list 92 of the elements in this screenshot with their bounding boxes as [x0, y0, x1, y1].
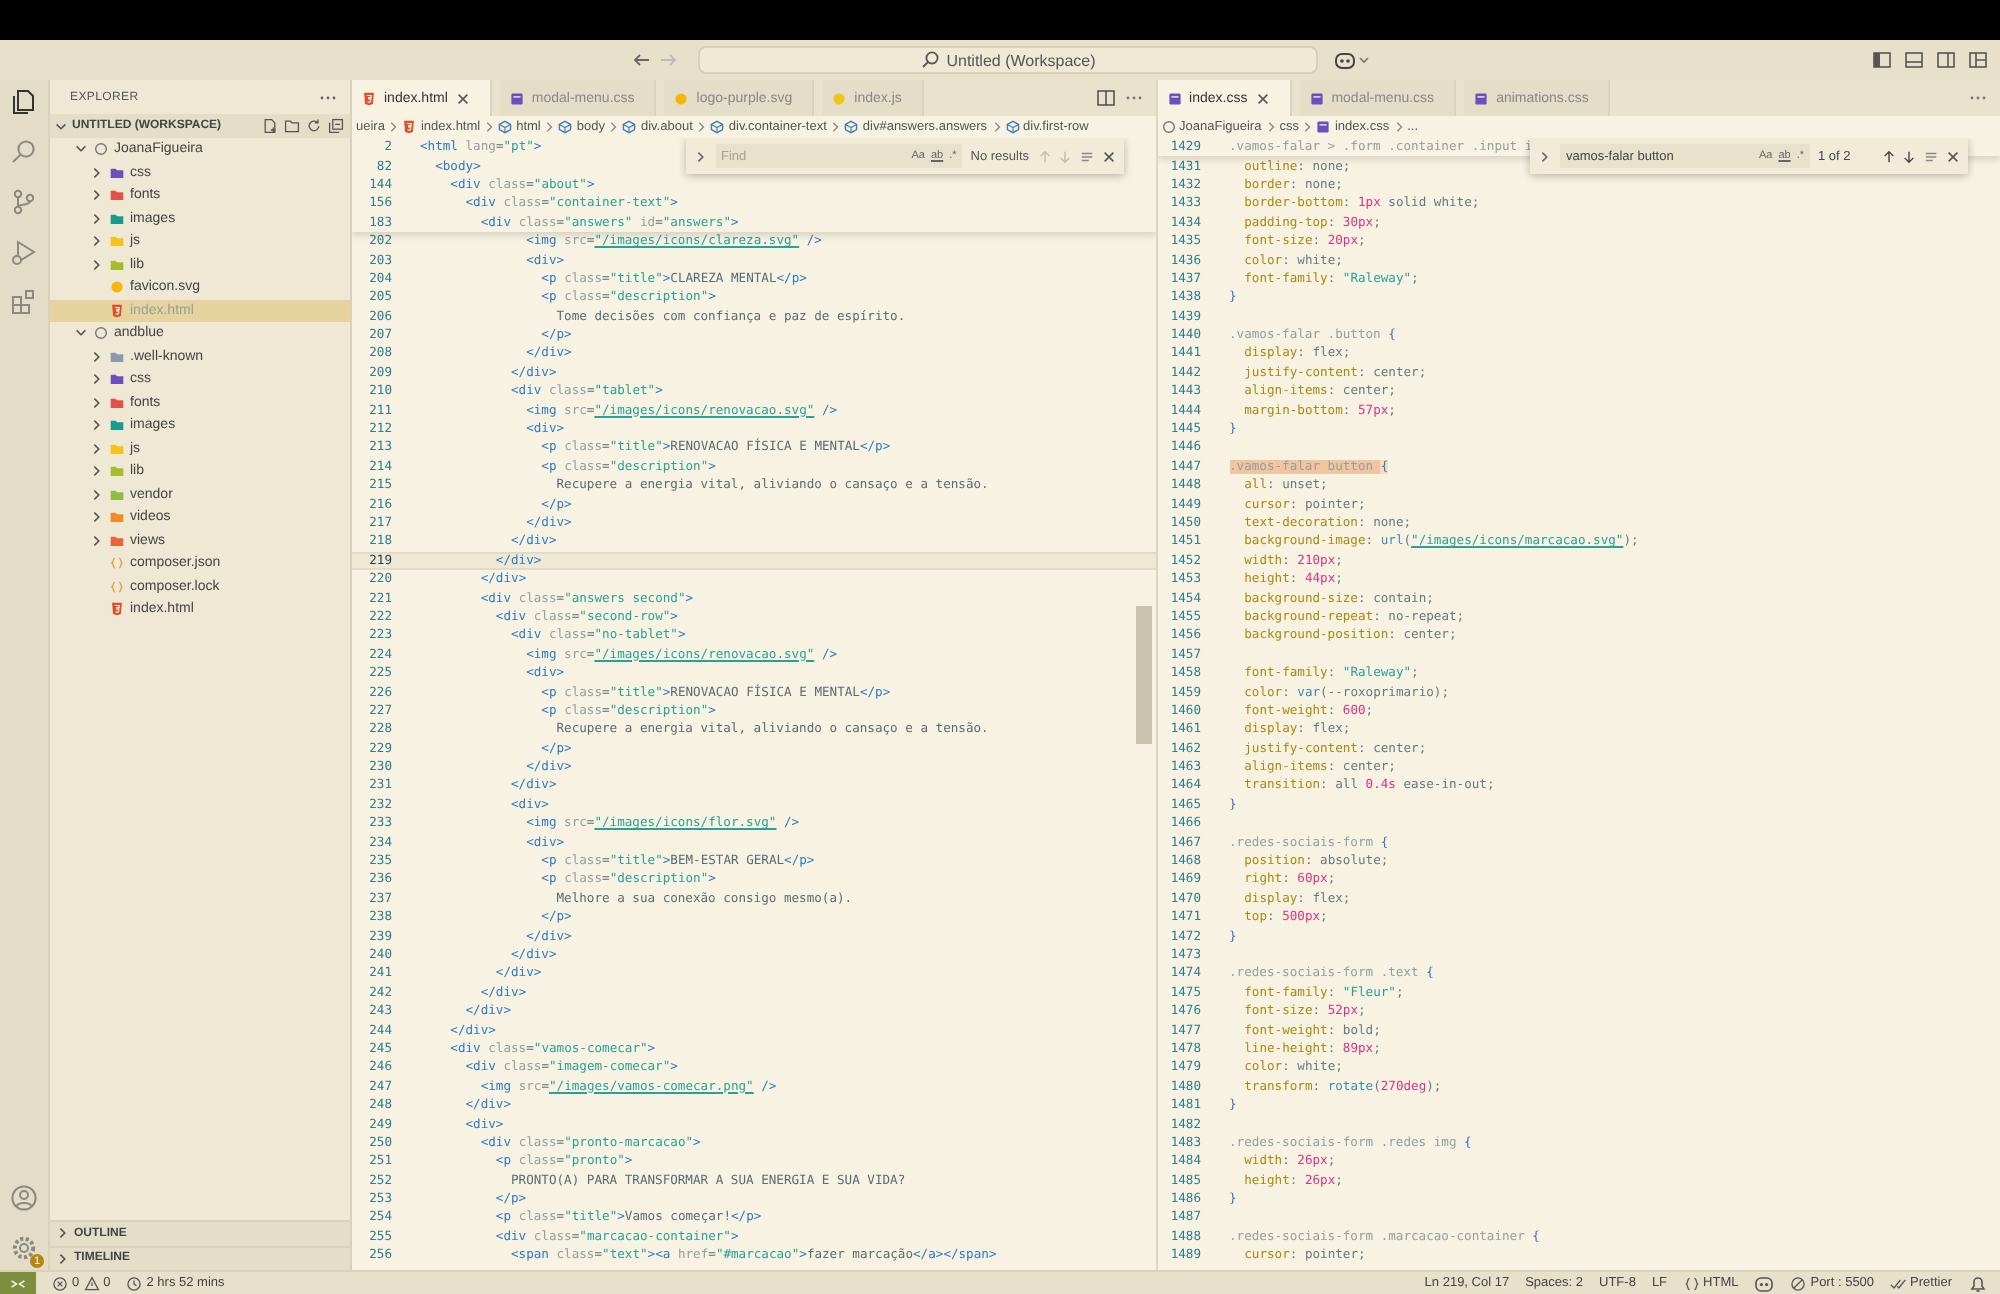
close-icon[interactable] — [1255, 91, 1270, 105]
new-folder-icon[interactable] — [284, 118, 300, 134]
chevron-icon[interactable] — [90, 349, 104, 364]
scrollbar-thumb[interactable] — [1135, 606, 1152, 744]
file-icon — [1309, 91, 1324, 105]
panel-toggle-icon[interactable] — [1904, 50, 1924, 70]
chevron-icon — [608, 120, 619, 134]
chevron-icon[interactable] — [90, 395, 104, 410]
chevron-icon — [1302, 120, 1313, 134]
remote-icon — [10, 1275, 26, 1291]
arrow-up-icon[interactable] — [1882, 149, 1896, 163]
command-center-search[interactable]: Untitled (Workspace) — [698, 46, 1318, 74]
element-icon — [844, 120, 859, 134]
braces-icon — [1683, 1275, 1700, 1291]
folder-root-icon — [94, 142, 108, 157]
lines-icon[interactable] — [1924, 149, 1938, 163]
element-icon — [558, 120, 573, 134]
copilot-icon[interactable] — [1754, 1273, 1775, 1293]
file-icon — [1316, 120, 1331, 134]
file-icon — [1167, 91, 1182, 105]
file-icon — [110, 579, 124, 594]
chevron-icon — [544, 120, 555, 134]
extensions-icon[interactable] — [10, 288, 38, 316]
chevron-icon[interactable] — [90, 211, 104, 226]
copilot-icon[interactable] — [1334, 50, 1370, 70]
chevron-icon[interactable] — [90, 165, 104, 180]
double-check-icon — [1890, 1275, 1907, 1291]
chevron-icon[interactable] — [1538, 149, 1552, 163]
blocked-icon — [1790, 1275, 1807, 1291]
search-icon[interactable] — [10, 138, 38, 166]
arrow-down-icon[interactable] — [1902, 149, 1916, 163]
chevron-icon[interactable] — [54, 119, 68, 133]
source-control-icon[interactable] — [10, 188, 38, 216]
split-editor-icon[interactable] — [1095, 88, 1116, 108]
element-icon — [1005, 120, 1020, 134]
refresh-icon[interactable] — [306, 118, 322, 134]
chevron-icon[interactable] — [56, 1226, 70, 1241]
chevron-icon[interactable] — [90, 257, 104, 272]
file-icon — [110, 303, 124, 318]
chevron-icon[interactable] — [74, 326, 88, 341]
file-icon — [509, 91, 524, 105]
file-icon — [362, 91, 376, 105]
chevron-icon[interactable] — [90, 234, 104, 249]
chevron-icon[interactable] — [90, 487, 104, 502]
chevron-icon[interactable] — [90, 372, 104, 387]
chevron-icon — [830, 120, 841, 134]
element-icon — [622, 120, 637, 134]
file-icon — [1474, 91, 1489, 105]
error-icon — [52, 1275, 68, 1291]
chevron-icon[interactable] — [74, 142, 88, 157]
explorer-icon[interactable] — [10, 88, 38, 116]
chevron-icon — [484, 120, 495, 134]
chevron-icon[interactable] — [90, 441, 104, 456]
chevron-icon — [1393, 120, 1404, 134]
close-icon[interactable] — [455, 91, 470, 105]
file-icon — [110, 556, 124, 571]
chevron-icon[interactable] — [90, 533, 104, 548]
close-icon[interactable] — [1101, 149, 1116, 163]
file-icon — [832, 91, 847, 105]
search-icon — [920, 50, 941, 70]
file-icon — [110, 280, 124, 295]
collapse-all-icon[interactable] — [328, 118, 344, 134]
chevron-icon[interactable] — [90, 418, 104, 433]
new-file-icon[interactable] — [262, 118, 278, 134]
remote-button[interactable] — [0, 1272, 36, 1294]
chevron-icon[interactable] — [56, 1251, 70, 1266]
warning-icon — [83, 1275, 100, 1291]
chevron-icon — [696, 120, 707, 134]
chevron-icon — [991, 120, 1002, 134]
close-icon[interactable] — [1946, 149, 1960, 163]
lines-icon[interactable] — [1079, 149, 1094, 163]
folder-root-icon — [94, 326, 108, 341]
file-icon — [110, 602, 124, 617]
chevron-icon — [1265, 120, 1276, 134]
notifications-icon[interactable] — [1968, 1273, 1988, 1293]
file-icon — [1161, 120, 1176, 134]
chevron-icon — [388, 120, 399, 134]
settings-icon[interactable] — [10, 1234, 38, 1262]
clock-icon — [126, 1275, 143, 1291]
sidebar-toggle-icon[interactable] — [1872, 50, 1892, 70]
run-debug-icon[interactable] — [10, 238, 38, 266]
account-icon[interactable] — [10, 1184, 38, 1212]
chevron-icon[interactable] — [90, 188, 104, 203]
element-icon — [498, 120, 513, 134]
file-icon — [402, 120, 417, 134]
element-icon — [710, 120, 725, 134]
secondary-sidebar-icon[interactable] — [1936, 50, 1956, 70]
back-arrow-icon[interactable] — [632, 50, 652, 70]
chevron-icon[interactable] — [90, 510, 104, 525]
layout-icon[interactable] — [1968, 50, 1988, 70]
chevron-icon[interactable] — [90, 464, 104, 479]
file-icon — [674, 91, 689, 105]
